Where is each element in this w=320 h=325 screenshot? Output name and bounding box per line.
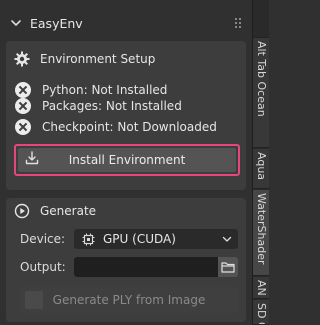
status-packages: Packages: Not Installed <box>15 96 182 116</box>
tab-watershader-label: WaterShader <box>255 193 268 265</box>
status-packages-label: Packages: Not Installed <box>42 99 182 113</box>
chevron-down-icon <box>222 236 232 242</box>
device-label: Device: <box>20 232 66 246</box>
download-icon <box>25 151 39 165</box>
error-circle-icon <box>15 119 31 135</box>
folder-icon <box>221 262 235 273</box>
tab-alt-tab-ocean-label: Alt Tab Ocean <box>255 41 268 117</box>
status-checkpoint: Checkpoint: Not Downloaded <box>15 117 217 137</box>
error-circle-icon <box>15 98 31 114</box>
tab-sd-g[interactable]: SD G <box>253 300 269 325</box>
sidebar-tab-spacer <box>253 0 269 38</box>
status-checkpoint-label: Checkpoint: Not Downloaded <box>42 120 217 134</box>
environment-setup-title: Environment Setup <box>40 52 156 66</box>
install-environment-button[interactable]: Install Environment <box>18 148 236 172</box>
install-highlight: Install Environment <box>14 144 240 176</box>
generate-heading: Generate <box>14 200 96 222</box>
tab-watershader[interactable]: WaterShader <box>253 190 269 276</box>
device-value: GPU (CUDA) <box>103 232 176 246</box>
drag-handle-icon[interactable] <box>235 18 243 28</box>
tab-an-label: AN <box>255 280 268 296</box>
install-environment-label: Install Environment <box>68 153 186 167</box>
panel-title: EasyEnv <box>30 15 83 31</box>
chip-icon <box>82 233 95 245</box>
image-icon <box>25 291 43 309</box>
chevron-down-icon[interactable] <box>10 17 22 29</box>
properties-region: EasyEnv Environment Setup Python: Not In… <box>0 0 252 325</box>
generate-ply-button[interactable]: Generate PLY from Image <box>20 287 238 313</box>
device-select[interactable]: GPU (CUDA) <box>74 229 238 249</box>
tab-sd-g-label: SD G <box>255 303 268 325</box>
play-circle-icon <box>14 203 30 219</box>
generate-ply-label: Generate PLY from Image <box>52 293 206 307</box>
panel-header[interactable]: EasyEnv <box>6 11 247 35</box>
tab-alt-tab-ocean[interactable]: Alt Tab Ocean <box>253 38 269 148</box>
output-path-input[interactable] <box>74 257 218 277</box>
browse-folder-button[interactable] <box>218 257 238 277</box>
tab-aqua[interactable]: Aqua <box>253 149 269 189</box>
generate-title: Generate <box>40 204 97 218</box>
sidebar-tabs: Alt Tab Ocean Aqua WaterShader AN SD G <box>252 0 269 325</box>
gear-icon <box>14 51 30 67</box>
environment-setup-heading: Environment Setup <box>14 48 155 70</box>
tab-aqua-label: Aqua <box>255 152 268 181</box>
status-python-label: Python: Not Installed <box>42 83 168 97</box>
tab-an[interactable]: AN <box>253 277 269 299</box>
output-label: Output: <box>20 260 66 274</box>
